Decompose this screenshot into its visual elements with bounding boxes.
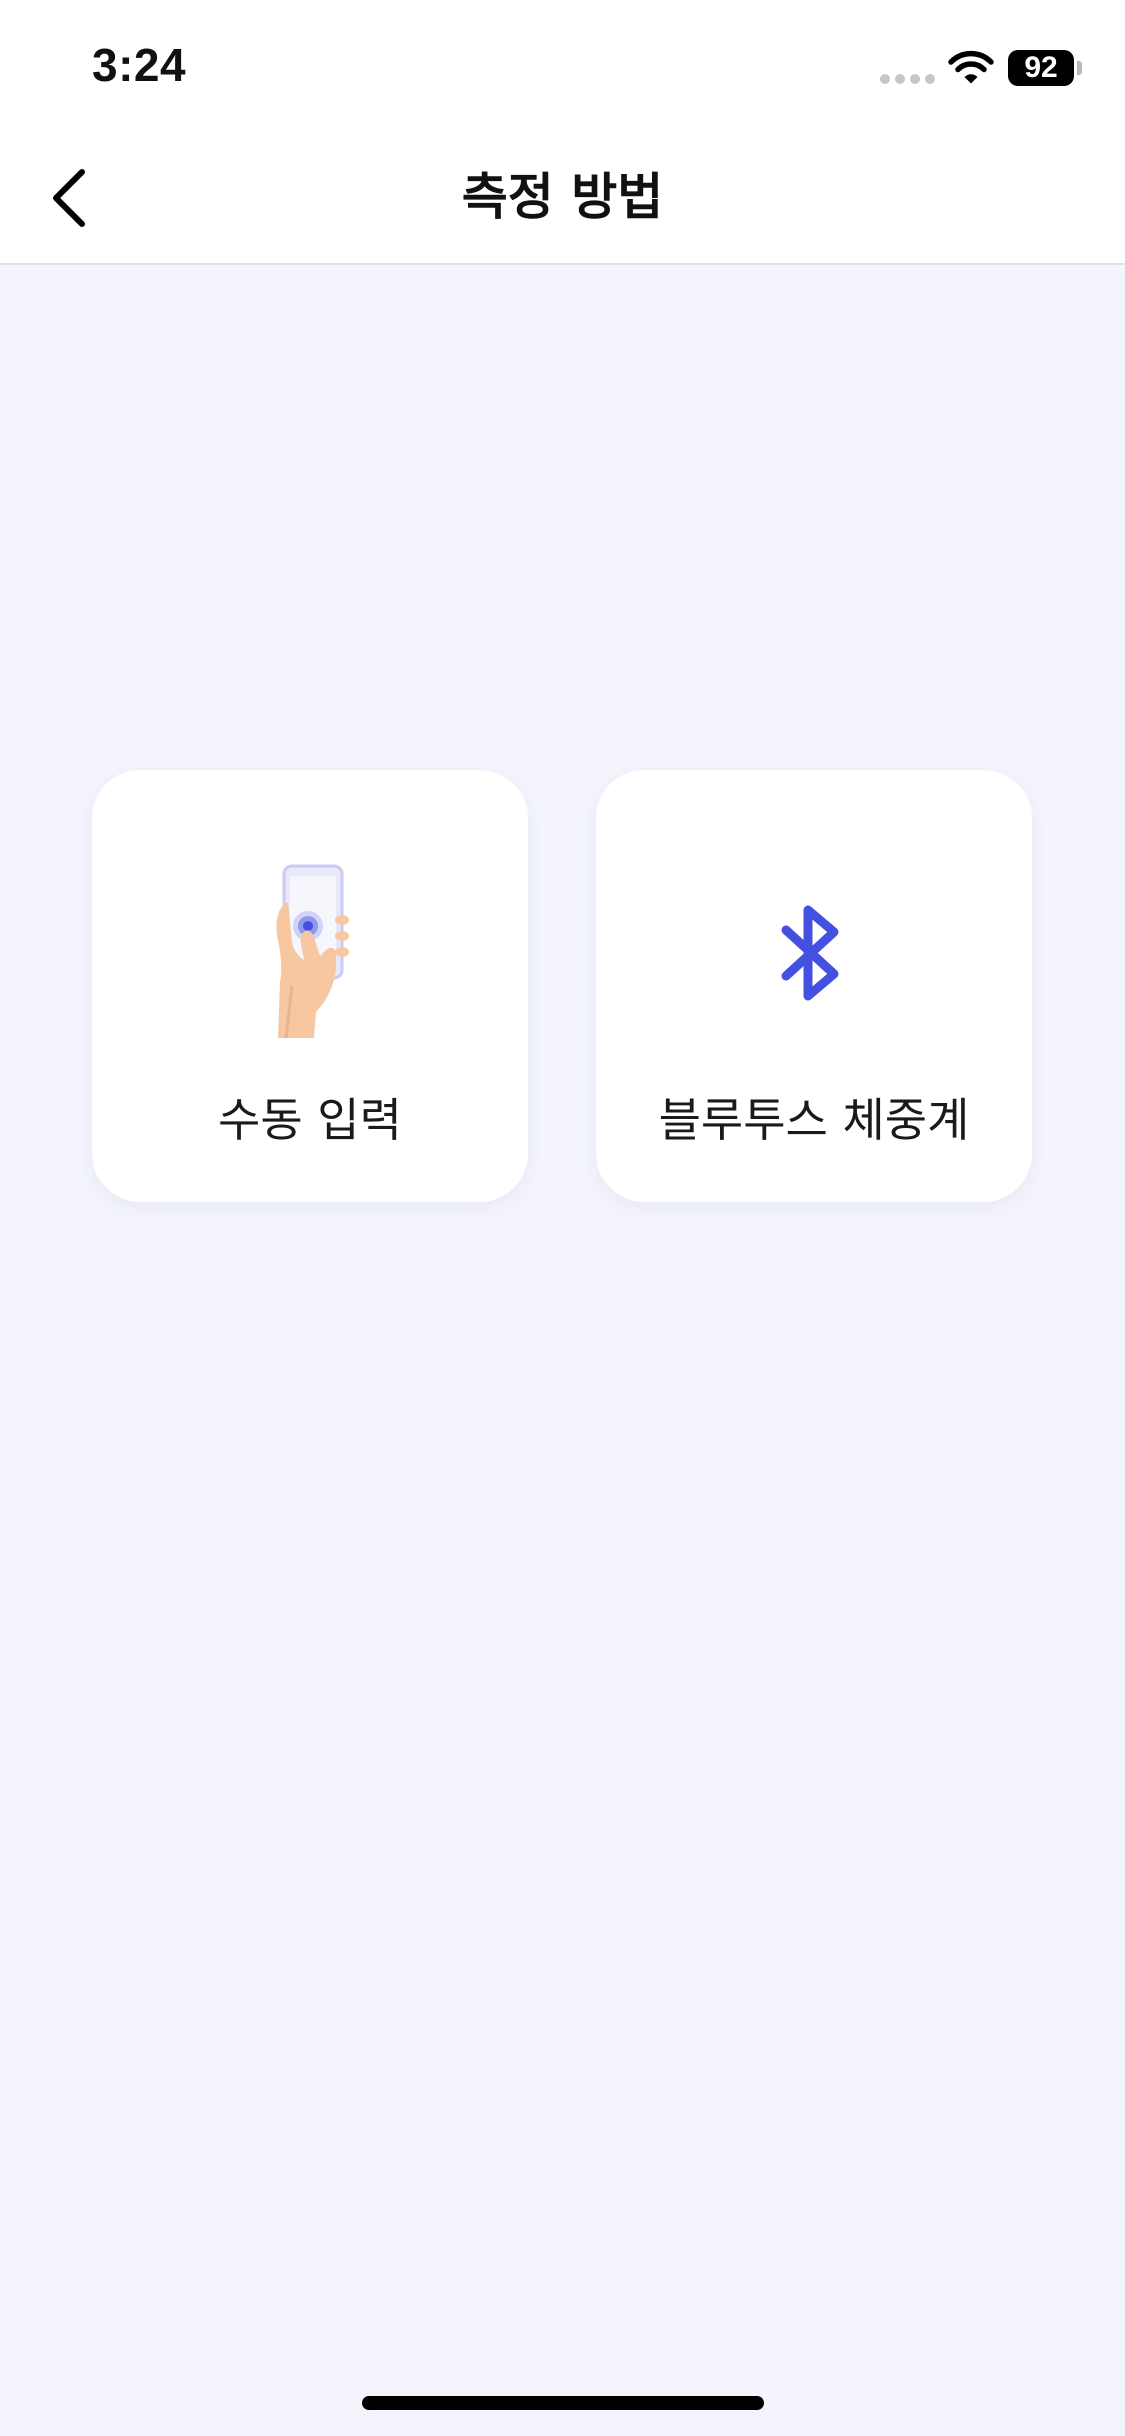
cellular-signal-icon [880, 74, 936, 84]
manual-input-label: 수동 입력 [218, 1093, 402, 1147]
bluetooth-scale-option[interactable]: 블루투스 체중계 [596, 770, 1032, 1202]
bluetooth-scale-label: 블루투스 체중계 [658, 1093, 970, 1147]
page-title: 측정 방법 [461, 168, 664, 226]
battery-indicator: 92 [1008, 50, 1074, 86]
battery-level: 92 [1024, 51, 1058, 84]
battery-tip [1077, 61, 1082, 75]
top-bar: 3:24 92 측정 방법 [0, 0, 1125, 265]
wifi-icon [948, 50, 994, 84]
bluetooth-icon [596, 898, 1032, 1012]
status-time: 3:24 [92, 39, 187, 91]
home-indicator[interactable] [362, 2396, 764, 2410]
hand-phone-tap-icon [92, 862, 528, 1046]
manual-input-option[interactable]: 수동 입력 [92, 770, 528, 1202]
